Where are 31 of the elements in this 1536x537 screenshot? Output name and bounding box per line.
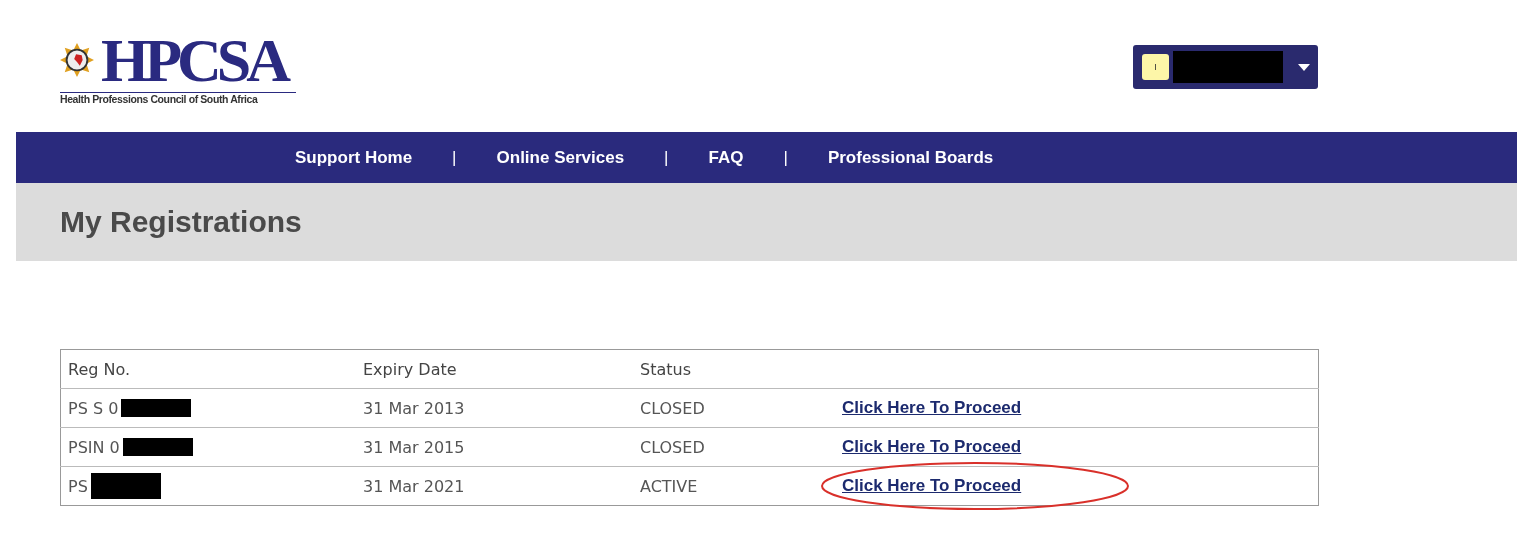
table-cell: CLOSED	[640, 398, 705, 418]
redaction-bar	[121, 399, 192, 417]
table-cell: ACTIVE	[640, 476, 698, 496]
logo-title: HPCSA	[100, 28, 288, 92]
nav-link[interactable]: Professional Boards	[827, 147, 994, 168]
column-header: Status	[633, 349, 835, 389]
nav-separator: |	[452, 147, 457, 168]
user-menu[interactable]: I	[1133, 45, 1318, 89]
logo-subtitle: Health Professions Council of South Africa	[60, 92, 296, 105]
nav-separator: |	[664, 147, 669, 168]
page-title: My Registrations	[60, 205, 302, 239]
emblem-icon	[60, 43, 94, 77]
proceed-link[interactable]: Click Here To Proceed	[842, 398, 1022, 417]
table-cell: CLOSED	[640, 437, 705, 457]
table-cell: PS	[68, 476, 88, 496]
nav-link[interactable]: Support Home	[295, 147, 413, 168]
column-header: Expiry Date	[356, 349, 633, 389]
nav-link[interactable]: Online Services	[496, 147, 625, 168]
redaction-bar	[122, 438, 193, 456]
table-cell: 31 Mar 2013	[363, 398, 465, 418]
table-cell: 31 Mar 2015	[363, 437, 465, 457]
table-cell: PS S 0	[68, 398, 119, 418]
nav-link[interactable]: FAQ	[708, 147, 744, 168]
caret-icon	[1298, 63, 1310, 71]
user-avatar: I	[1142, 54, 1169, 80]
table-cell: 31 Mar 2021	[363, 476, 465, 496]
table-cell: PSIN 0	[68, 437, 120, 457]
proceed-link[interactable]: Click Here To Proceed	[842, 437, 1022, 456]
redaction-bar	[90, 473, 161, 499]
column-header: Reg No.	[60, 349, 356, 389]
nav-separator: |	[783, 147, 788, 168]
